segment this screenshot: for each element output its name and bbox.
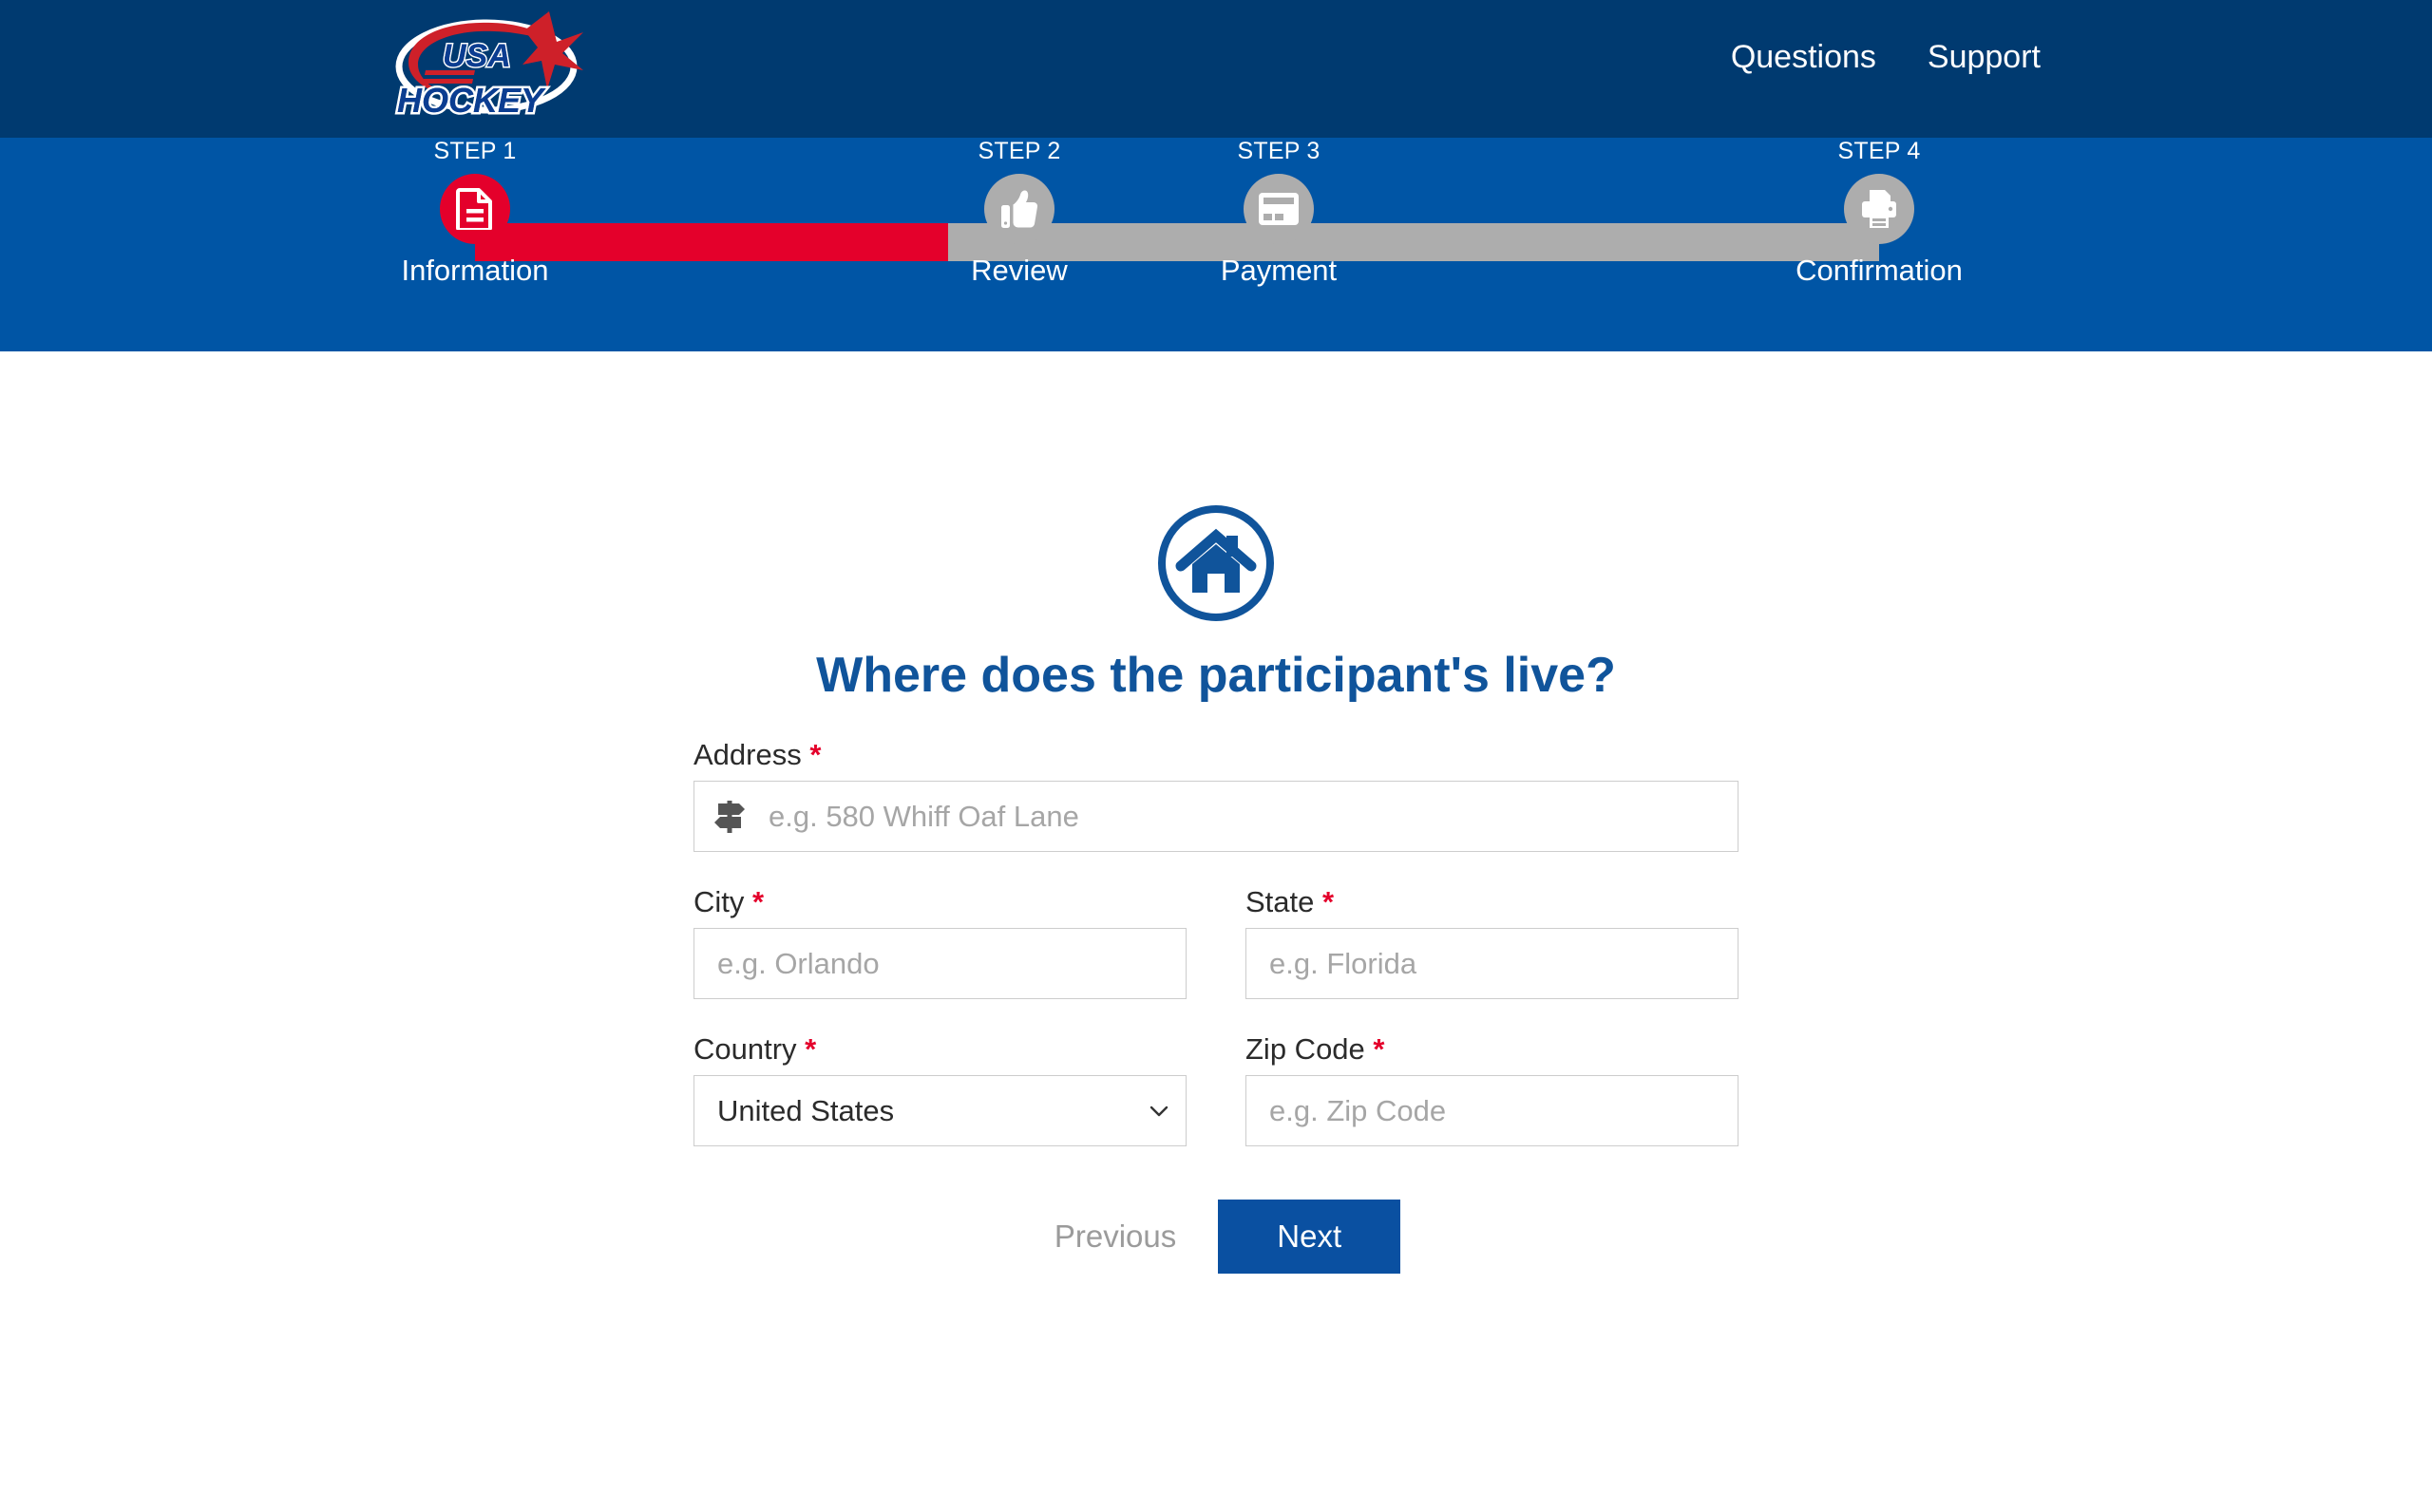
label-address-text: Address [694,738,802,771]
label-country: Country * [694,1031,1187,1068]
step-label-review: Review [971,254,1068,287]
label-zip-text: Zip Code [1245,1032,1365,1066]
zip-input[interactable] [1245,1075,1738,1146]
field-address: Address * [694,737,1738,852]
svg-text:USA: USA [443,38,511,74]
step-circle-3[interactable] [1244,174,1314,244]
field-state: State * [1245,884,1738,999]
form-actions: Previous Next [694,1200,1738,1274]
step-number-1: STEP 1 [433,138,517,164]
progress-stepper: STEP 1 Information STEP 2 Review STEP 3 … [0,138,2432,351]
required-marker-country: * [805,1032,817,1066]
step-item-payment[interactable]: STEP 3 Payment [1155,138,1402,288]
step-circle-1[interactable] [440,174,510,244]
header-inner: USA USA HOCKEY HOCKEY Questions Support [380,0,2052,138]
step-label-information: Information [401,254,549,287]
usa-hockey-logo[interactable]: USA USA HOCKEY HOCKEY [380,8,608,129]
required-marker-address: * [809,738,822,771]
label-city: City * [694,884,1187,920]
previous-button[interactable]: Previous [1032,1200,1199,1273]
document-icon [456,188,494,230]
step-label-confirmation: Confirmation [1796,254,1963,287]
home-circle-icon [1154,501,1278,625]
required-marker-zip: * [1373,1032,1385,1066]
label-address: Address * [694,737,1738,773]
signpost-icon [694,799,753,835]
page-title: Where does the participant's live? [816,648,1616,703]
step-circle-4[interactable] [1844,174,1914,244]
stepper-inner: STEP 1 Information STEP 2 Review STEP 3 … [380,138,2052,351]
next-button[interactable]: Next [1218,1200,1401,1274]
step-label-payment: Payment [1220,254,1338,287]
country-select-shell[interactable]: United States [694,1075,1187,1146]
step-item-information[interactable]: STEP 1 Information [352,138,598,288]
field-city: City * [694,884,1187,999]
main-content: Where does the participant's live? Addre… [0,351,2432,1512]
nav-link-questions[interactable]: Questions [1731,38,1876,76]
thumbs-up-icon [1000,188,1038,230]
step-number-3: STEP 3 [1237,138,1320,164]
address-input[interactable] [753,782,1738,851]
field-zip: Zip Code * [1245,1031,1738,1146]
label-state: State * [1245,884,1738,920]
country-select[interactable]: United States [694,1076,1186,1145]
step-number-4: STEP 4 [1837,138,1921,164]
city-input[interactable] [694,928,1187,999]
field-country: Country * United States [694,1031,1187,1146]
address-form: Where does the participant's live? Addre… [694,351,1738,1274]
site-header: USA USA HOCKEY HOCKEY Questions Support [0,0,2432,138]
svg-text:HOCKEY: HOCKEY [397,81,546,120]
label-city-text: City [694,885,745,918]
credit-card-icon [1258,192,1300,226]
required-marker-city: * [752,885,765,918]
nav-link-support[interactable]: Support [1928,38,2041,76]
step-number-2: STEP 2 [978,138,1061,164]
city-state-row: City * State * [694,884,1738,999]
address-input-shell[interactable] [694,781,1738,852]
state-input[interactable] [1245,928,1738,999]
step-item-review[interactable]: STEP 2 Review [896,138,1143,288]
country-zip-row: Country * United States Zip Code * e.g. … [694,1031,1738,1146]
step-circle-2[interactable] [984,174,1054,244]
step-item-confirmation[interactable]: STEP 4 Confirmation [1756,138,2003,288]
label-zip: Zip Code * [1245,1031,1738,1068]
label-state-text: State [1245,885,1315,918]
printer-icon [1859,189,1899,229]
label-country-text: Country [694,1032,797,1066]
header-nav: Questions Support [1731,38,2041,76]
required-marker-state: * [1322,885,1335,918]
